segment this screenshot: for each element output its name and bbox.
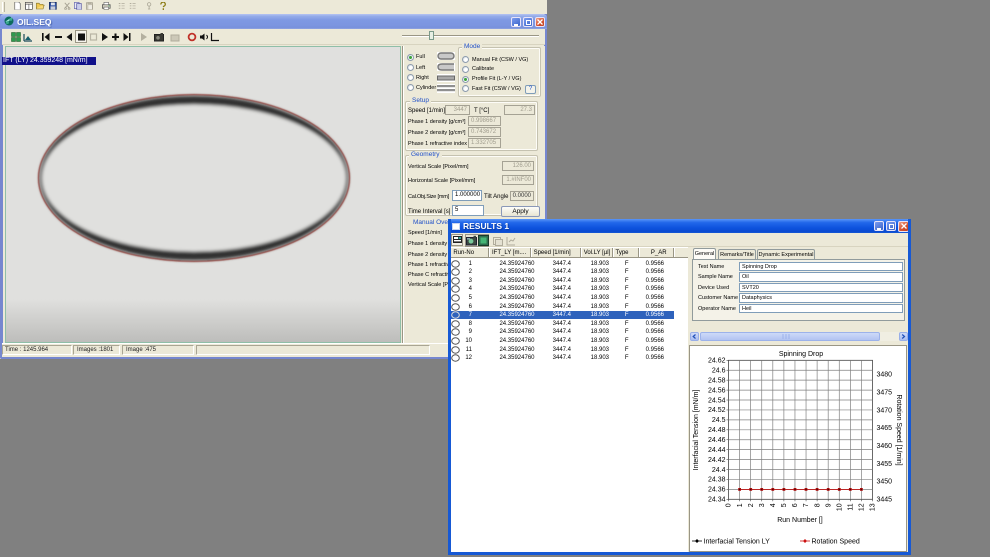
svg-text:2: 2	[748, 503, 755, 507]
svg-text:24.58: 24.58	[708, 377, 726, 384]
svg-text:24.48: 24.48	[708, 427, 726, 434]
svg-text:1: 1	[737, 503, 744, 507]
svg-text:Spinning Drop: Spinning Drop	[779, 351, 823, 358]
svg-text:Rotation Speed: Rotation Speed	[812, 538, 860, 545]
svg-text:3: 3	[759, 503, 766, 507]
svg-text:24.42: 24.42	[708, 456, 726, 463]
svg-text:12: 12	[859, 503, 866, 511]
svg-text:Run Number []: Run Number []	[777, 517, 823, 524]
svg-text:10: 10	[836, 503, 843, 511]
svg-text:11: 11	[848, 503, 855, 510]
svg-text:24.56: 24.56	[708, 387, 726, 394]
svg-text:3470: 3470	[877, 407, 893, 414]
svg-text:4: 4	[770, 503, 777, 507]
svg-text:24.44: 24.44	[708, 446, 726, 453]
svg-text:24.52: 24.52	[708, 407, 726, 414]
svg-text:24.34: 24.34	[708, 496, 726, 503]
svg-text:3475: 3475	[877, 389, 893, 396]
svg-text:7: 7	[803, 503, 810, 507]
svg-text:24.36: 24.36	[708, 486, 726, 493]
svg-text:9: 9	[825, 503, 832, 507]
svg-text:3465: 3465	[877, 425, 893, 432]
svg-text:24.4: 24.4	[712, 466, 726, 473]
svg-text:3445: 3445	[877, 496, 893, 503]
svg-text:3450: 3450	[877, 478, 893, 485]
svg-text:3455: 3455	[877, 460, 893, 467]
svg-text:24.54: 24.54	[708, 397, 726, 404]
svg-text:24.46: 24.46	[708, 437, 726, 444]
svg-text:13: 13	[870, 503, 877, 511]
svg-text:0: 0	[726, 503, 733, 507]
svg-text:8: 8	[814, 503, 821, 507]
svg-text:Interfacial Tension LY: Interfacial Tension LY	[704, 538, 771, 545]
svg-text:5: 5	[781, 503, 788, 507]
svg-text:6: 6	[792, 503, 799, 507]
svg-text:Rotation Speed [1/min]: Rotation Speed [1/min]	[895, 394, 902, 465]
svg-text:24.62: 24.62	[708, 357, 726, 364]
svg-text:24.5: 24.5	[712, 417, 726, 424]
svg-text:3460: 3460	[877, 443, 893, 450]
svg-text:Interfacial Tension [mN/m]: Interfacial Tension [mN/m]	[693, 389, 700, 470]
svg-text:3480: 3480	[877, 371, 893, 378]
svg-text:24.6: 24.6	[712, 367, 726, 374]
svg-text:24.38: 24.38	[708, 476, 726, 483]
